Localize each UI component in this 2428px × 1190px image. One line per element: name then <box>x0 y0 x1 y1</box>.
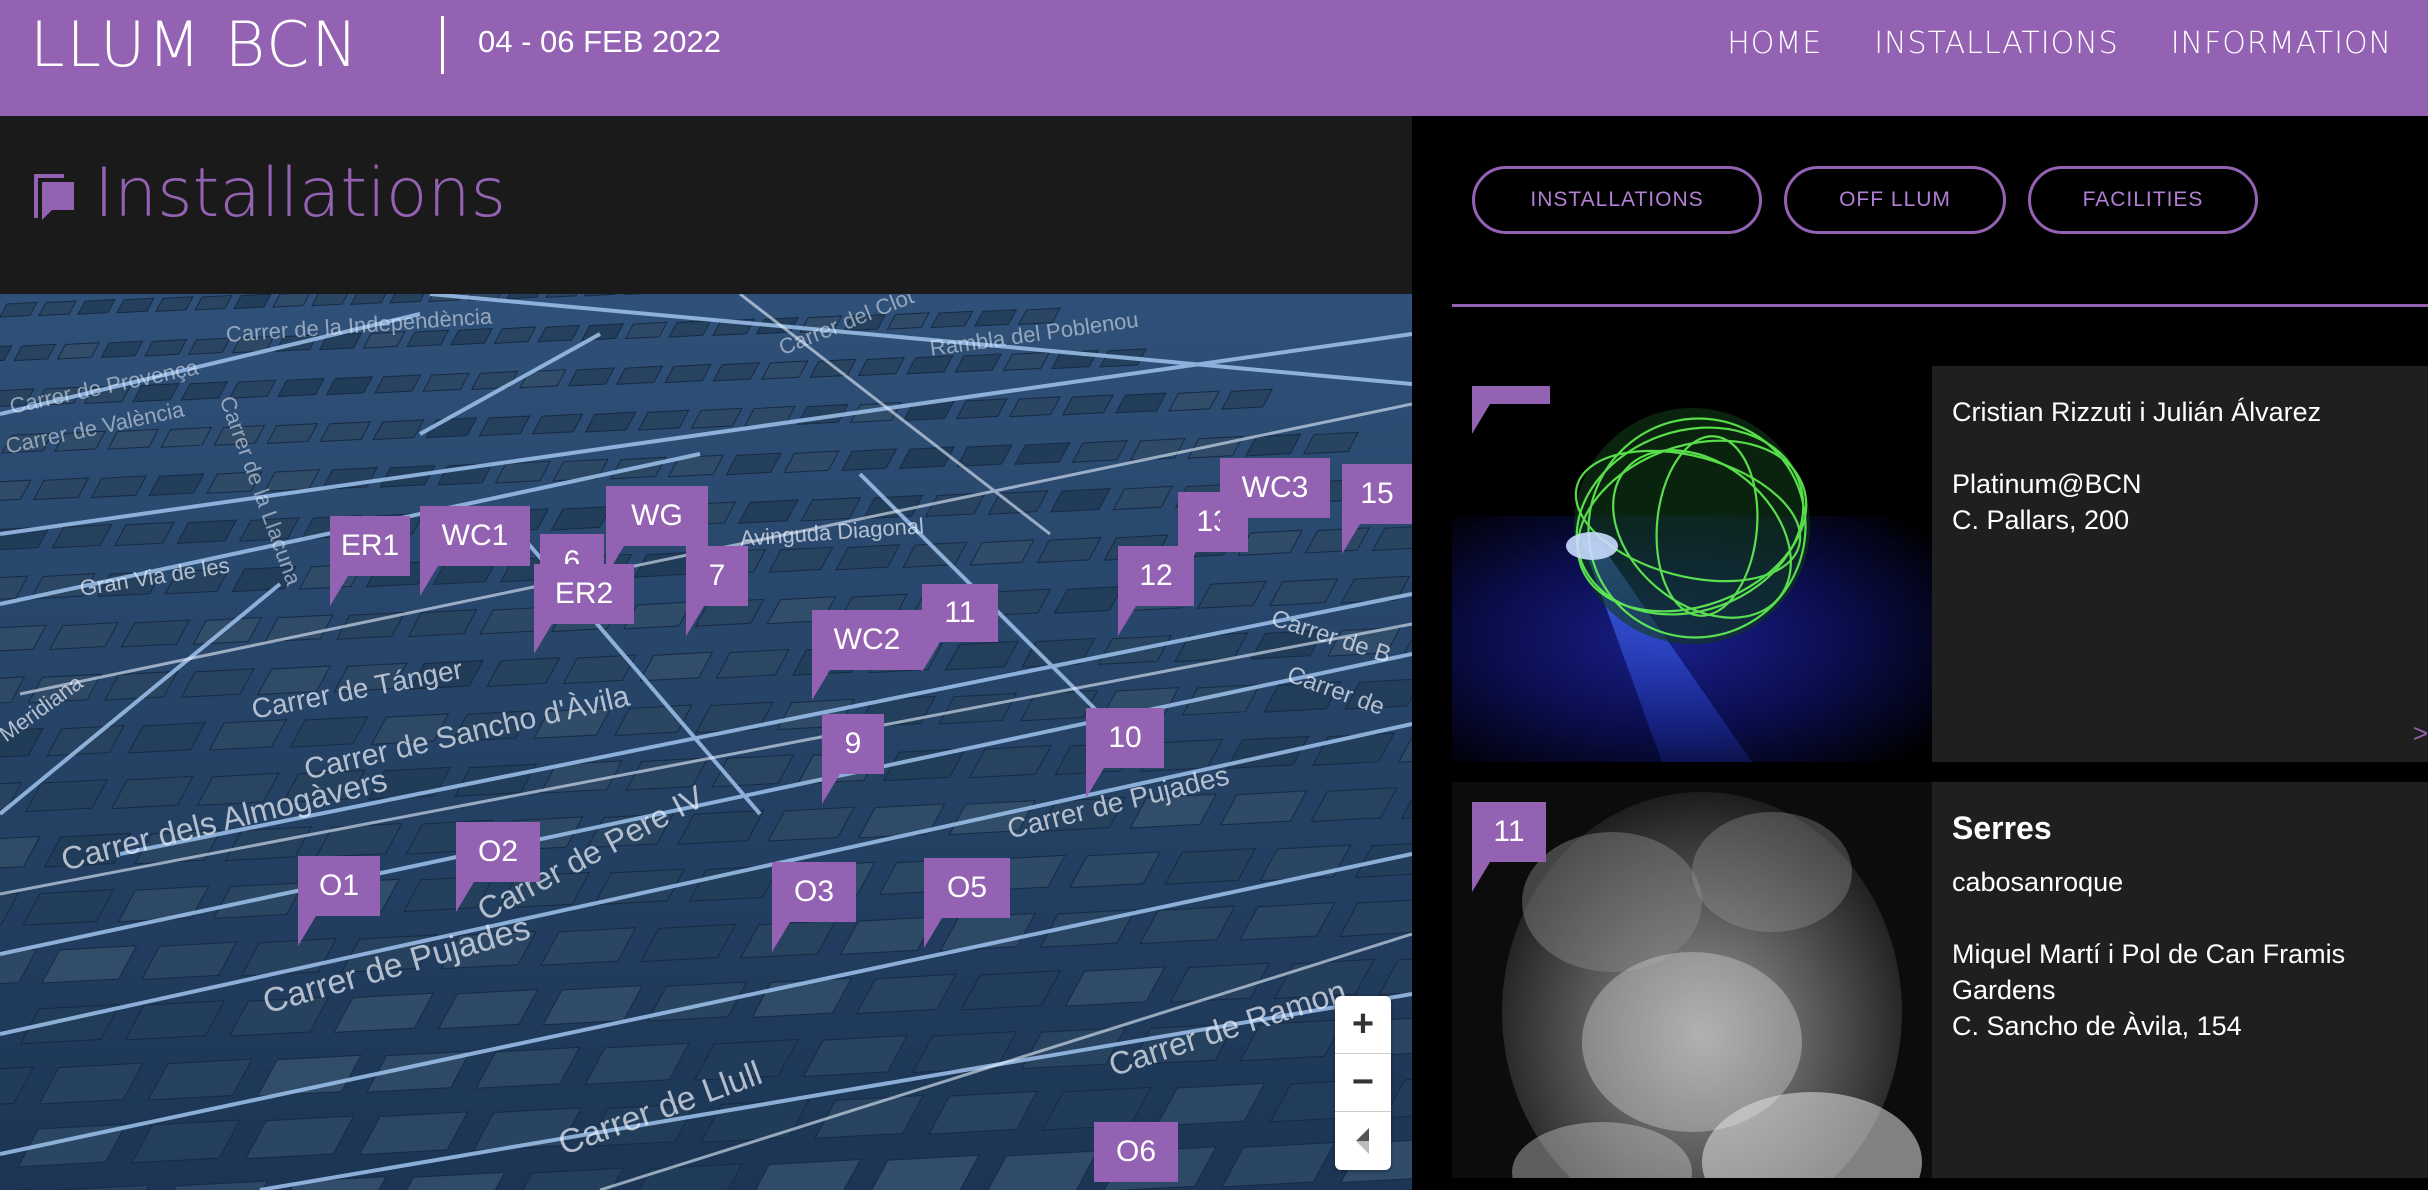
site-header: LLUM BCN 04 - 06 FEB 2022 HOME INSTALLAT… <box>0 0 2428 116</box>
card-venue: Miquel Martí i Pol de Can Framis Gardens <box>1952 939 2346 1005</box>
card-title: Serres <box>1952 810 2052 846</box>
compass-icon[interactable] <box>1335 1112 1391 1170</box>
card-info: Serres cabosanroque Miquel Martí i Pol d… <box>1952 810 2412 1044</box>
event-dates: 04 - 06 FEB 2022 <box>478 24 721 59</box>
card-venue: Platinum@BCN <box>1952 469 2142 499</box>
page-title: Installations <box>94 154 507 233</box>
card-artist: cabosanroque <box>1952 867 2124 897</box>
site-logo[interactable]: LLUM BCN <box>30 14 360 76</box>
divider <box>1452 304 2428 307</box>
flag-icon <box>34 174 74 220</box>
map-zoom-controls: + − <box>1335 996 1391 1170</box>
filter-installations[interactable]: INSTALLATIONS <box>1472 166 1762 234</box>
header-divider <box>441 16 444 74</box>
card-arrow[interactable]: > <box>2413 718 2428 749</box>
zoom-out-button[interactable]: − <box>1335 1054 1391 1112</box>
filter-tabs: INSTALLATIONS OFF LLUM FACILITIES <box>1472 166 2258 234</box>
filter-facilities[interactable]: FACILITIES <box>2028 166 2258 234</box>
card-number <box>1472 386 1550 404</box>
zoom-in-button[interactable]: + <box>1335 996 1391 1054</box>
card-artist: Cristian Rizzuti i Julián Álvarez <box>1952 397 2322 427</box>
card-address: C. Sancho de Àvila, 154 <box>1952 1011 2242 1041</box>
installation-card[interactable]: 11 Serres cabosanroque Miquel Martí i Po… <box>1452 782 2428 1178</box>
nav-home[interactable]: HOME <box>1727 26 1822 61</box>
nav-information[interactable]: INFORMATION <box>2171 26 2392 61</box>
nav-installations[interactable]: INSTALLATIONS <box>1874 26 2118 61</box>
installations-panel: INSTALLATIONS OFF LLUM FACILITIES Cristi… <box>1412 116 2428 1190</box>
title-bar: Installations <box>0 116 1412 294</box>
installations-map[interactable]: Gran Via de les Avinguda Diagonal Carrer… <box>0 294 1412 1190</box>
main-nav: HOME INSTALLATIONS INFORMATION <box>1727 26 2392 61</box>
card-address: C. Pallars, 200 <box>1952 505 2130 535</box>
filter-off-llum[interactable]: OFF LLUM <box>1784 166 2006 234</box>
installation-card[interactable]: Cristian Rizzuti i Julián Álvarez Platin… <box>1452 366 2428 762</box>
card-info: Cristian Rizzuti i Julián Álvarez Platin… <box>1952 394 2412 538</box>
installation-image <box>1452 366 1932 762</box>
card-number: 11 <box>1472 802 1546 862</box>
